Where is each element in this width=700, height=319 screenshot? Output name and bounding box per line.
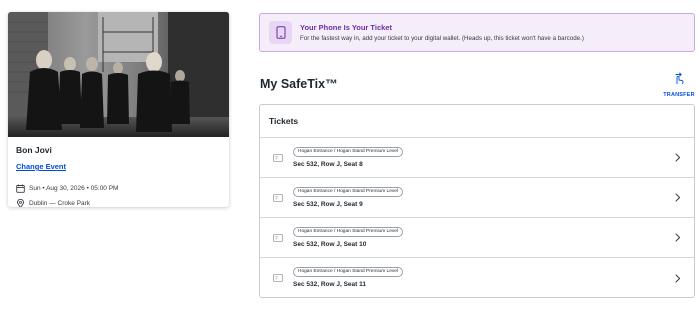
ticket-seat: Sec 532, Row J, Seat 10 [293,240,367,248]
ticket-icon [273,274,283,282]
calendar-icon [16,184,25,193]
transfer-button[interactable]: TRANSFER [663,71,695,98]
event-location: Dublin — Croke Park [29,199,91,207]
tickets-header: Tickets [260,105,694,138]
transfer-label: TRANSFER [663,92,695,98]
ticket-entrance-tag: Hogan Entrance / Hogan Stand Premium Lev… [293,267,403,277]
location-pin-icon [16,198,25,207]
ticket-row[interactable]: Hogan Entrance / Hogan Stand Premium Lev… [260,178,694,218]
ticket-seat: Sec 532, Row J, Seat 11 [293,281,366,288]
ticket-icon [273,153,283,162]
ticket-entrance-tag: Hogan Entrance / Hogan Stand Premium Lev… [293,186,403,197]
ticket-seat: Sec 532, Row J, Seat 9 [293,200,363,208]
event-location-row: Dublin — Croke Park [16,198,221,207]
event-card: Bon Jovi Change Event Sun • Aug 30, 2026… [8,12,229,207]
chevron-right-icon [674,273,682,283]
ticket-row[interactable]: Hogan Entrance / Hogan Stand Premium Lev… [260,218,694,258]
notice-title: Your Phone Is Your Ticket [300,22,392,32]
tickets-panel: Tickets Hogan Entrance / Hogan Stand Pre… [259,104,695,298]
chevron-right-icon [674,233,682,243]
ticket-icon [273,233,283,242]
page-title: My SafeTix™ [260,77,338,91]
ticket-row[interactable]: Hogan Entrance / Hogan Stand Premium Lev… [260,138,694,178]
event-datetime-row: Sun • Aug 30, 2026 • 05:00 PM [16,183,221,193]
ticket-seat: Sec 532, Row J, Seat 8 [293,160,363,168]
chevron-right-icon [674,153,682,163]
chevron-right-icon [674,193,682,203]
event-photo [8,12,229,137]
phone-icon [269,21,292,44]
notice-body: For the fastest way in, add your ticket … [300,34,584,42]
ticket-entrance-tag: Hogan Entrance / Hogan Stand Premium Lev… [293,146,403,157]
event-name: Bon Jovi [16,145,52,155]
ticket-icon [273,193,283,202]
change-event-link[interactable]: Change Event [16,162,66,172]
ticket-entrance-tag: Hogan Entrance / Hogan Stand Premium Lev… [293,226,403,237]
event-datetime: Sun • Aug 30, 2026 • 05:00 PM [29,184,119,192]
ticket-row[interactable]: Hogan Entrance / Hogan Stand Premium Lev… [260,258,694,297]
phone-ticket-notice: Your Phone Is Your Ticket For the fastes… [259,13,695,52]
transfer-icon [673,71,685,90]
